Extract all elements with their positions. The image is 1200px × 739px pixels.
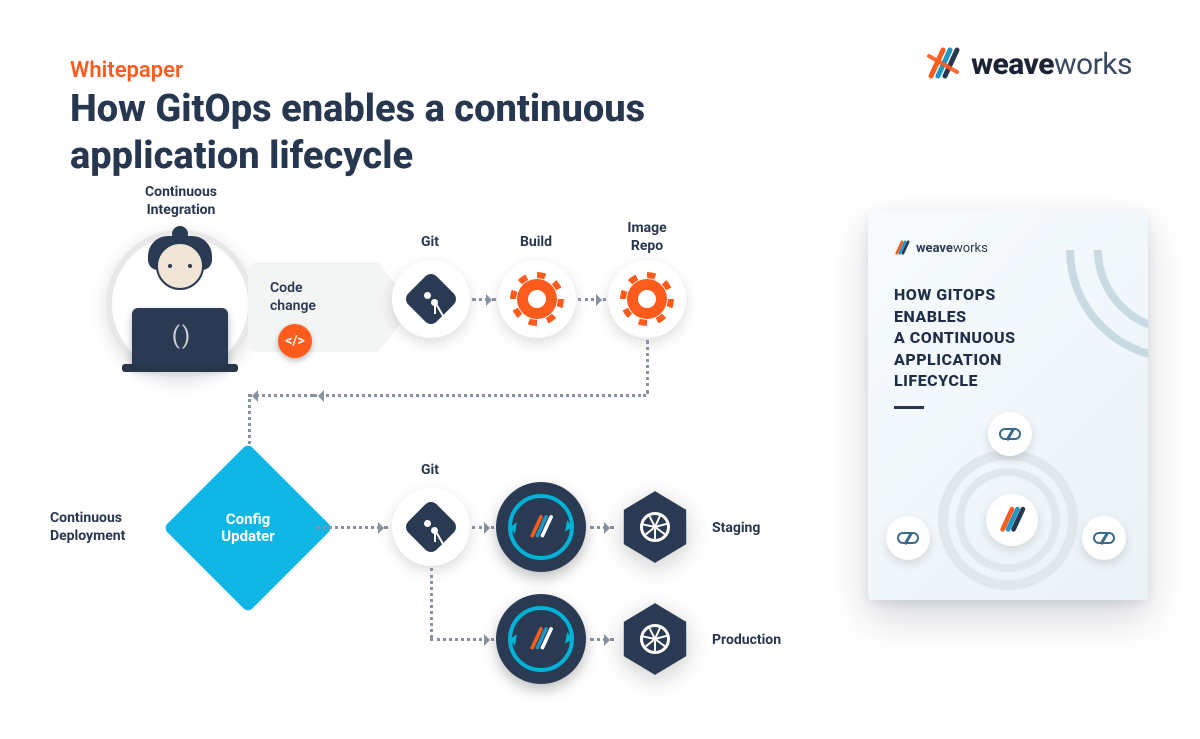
whitepaper-hero: Whitepaper How GitOps enables a continuo… [0,0,1200,739]
git-node-1 [392,260,470,338]
git-icon [403,271,460,328]
flow-arrow [590,526,614,529]
config-updater-node: Config Updater [188,468,308,588]
infinity-icon [988,412,1032,456]
infinity-icon [1082,516,1126,560]
developer-icon: ( ) [126,242,234,368]
cover-rule [894,406,924,409]
staging-label: Staging [712,520,760,538]
cover-logo-text: weaveworks [916,241,988,256]
flow-line [430,568,433,638]
image-repo-node [608,260,686,338]
flow-arrow [472,298,496,301]
production-label: Production [712,632,781,650]
flow-arrow [590,638,614,641]
cover-center-icon [986,494,1038,546]
gear-icon [627,279,667,319]
flow-arrow [578,298,606,301]
deploy-operator-production [496,594,586,684]
page-title: How GitOps enables a continuous applicat… [70,86,690,179]
cd-label: Continuous Deployment [50,510,160,545]
flow-line [248,394,314,397]
flow-arrow [316,526,388,529]
flow-line [646,340,649,394]
ci-label: Continuous Integration [126,184,236,219]
cover-arcs [1038,250,1148,390]
cover-art [868,420,1148,600]
git-label-2: Git [400,462,460,480]
infinity-icon [886,516,930,560]
build-label: Build [506,234,566,252]
gitops-flow-diagram: Continuous Integration ( ) Code change <… [64,190,784,710]
whitepaper-cover: weaveworks HOW GITOPS ENABLES A CONTINUO… [868,210,1148,600]
code-change-step: Code change </> [248,262,378,352]
git-node-2 [392,488,470,566]
flow-arrow [472,526,494,529]
kubernetes-staging-node [616,488,694,566]
logo-wordmark: weaveworks [971,47,1132,82]
git-icon [403,499,460,556]
weaveworks-mark-icon [528,514,554,540]
kubernetes-icon [640,624,670,654]
image-repo-label: Image Repo [612,220,682,255]
gear-icon [517,279,557,319]
build-node [498,260,576,338]
flow-arrow [314,394,646,397]
code-change-label: Code change [248,262,378,315]
git-label-1: Git [400,234,460,252]
config-updater-label: Config Updater [188,468,308,588]
weaveworks-logo: weaveworks [925,46,1132,82]
eyebrow-label: Whitepaper [70,58,183,83]
kubernetes-production-node [616,600,694,678]
weaveworks-mark-icon [528,626,554,652]
weaveworks-mark-icon [894,240,910,256]
deploy-operator-staging [496,482,586,572]
weaveworks-mark-icon [925,46,961,82]
code-icon: </> [278,324,312,358]
flow-arrow [430,638,494,641]
kubernetes-icon [640,512,670,542]
